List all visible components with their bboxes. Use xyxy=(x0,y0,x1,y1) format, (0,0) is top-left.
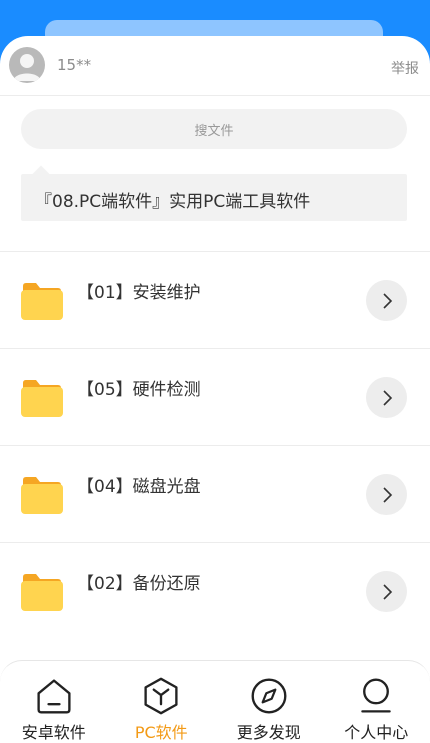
report-link[interactable]: 举报 xyxy=(391,58,419,78)
user-name: 15** xyxy=(57,56,92,74)
user-row: 15** 举报 xyxy=(0,36,430,96)
folder-icon xyxy=(21,574,63,611)
list-item[interactable]: 【04】磁盘光盘 xyxy=(0,445,430,542)
tab-android-software[interactable]: 安卓软件 xyxy=(0,661,108,743)
open-folder-button[interactable] xyxy=(366,377,407,418)
tab-label: 安卓软件 xyxy=(21,723,86,742)
chevron-right-icon xyxy=(382,389,392,406)
folder-description: 『08.PC端软件』实用PC端工具软件 xyxy=(21,174,407,221)
description-bubble: 『08.PC端软件』实用PC端工具软件 xyxy=(21,165,407,221)
tab-label: PC软件 xyxy=(134,723,188,742)
compass-icon xyxy=(251,678,287,714)
search-placeholder: 搜文件 xyxy=(194,123,234,139)
folder-label: 【04】磁盘光盘 xyxy=(77,477,201,497)
list-item[interactable]: 【02】备份还原 xyxy=(0,542,430,639)
content-sheet: 15** 举报 搜文件 『08.PC端软件』实用PC端工具软件 【01】安装维护 xyxy=(0,36,430,743)
folder-icon xyxy=(21,477,63,514)
tab-label: 个人中心 xyxy=(344,723,409,742)
open-folder-button[interactable] xyxy=(366,280,407,321)
avatar-person-icon xyxy=(13,54,41,81)
tab-discover-more[interactable]: 更多发现 xyxy=(215,661,323,743)
folder-icon xyxy=(21,380,63,417)
chevron-right-icon xyxy=(382,583,392,600)
list-item[interactable]: 【05】硬件检测 xyxy=(0,348,430,445)
pc-software-icon xyxy=(144,677,178,715)
bottom-tab-bar: 安卓软件 PC软件 更多发现 个人中心 xyxy=(0,660,430,743)
folder-icon xyxy=(21,283,63,320)
person-icon xyxy=(361,678,391,713)
folder-label: 【02】备份还原 xyxy=(77,574,201,594)
folder-label: 【01】安装维护 xyxy=(77,283,201,303)
tab-personal-center[interactable]: 个人中心 xyxy=(323,661,430,743)
chevron-right-icon xyxy=(382,486,392,503)
open-folder-button[interactable] xyxy=(366,474,407,515)
search-input[interactable]: 搜文件 xyxy=(21,109,407,149)
tab-pc-software[interactable]: PC软件 xyxy=(108,661,216,743)
open-folder-button[interactable] xyxy=(366,571,407,612)
home-icon xyxy=(37,679,71,714)
list-item[interactable]: 【01】安装维护 xyxy=(0,251,430,348)
tab-label: 更多发现 xyxy=(236,723,301,742)
folder-label: 【05】硬件检测 xyxy=(77,380,201,400)
avatar[interactable] xyxy=(9,47,45,83)
folder-list: 【01】安装维护 【05】硬件检测 【04】磁盘光盘 【02】备份还原 xyxy=(0,251,430,639)
chevron-right-icon xyxy=(382,292,392,309)
